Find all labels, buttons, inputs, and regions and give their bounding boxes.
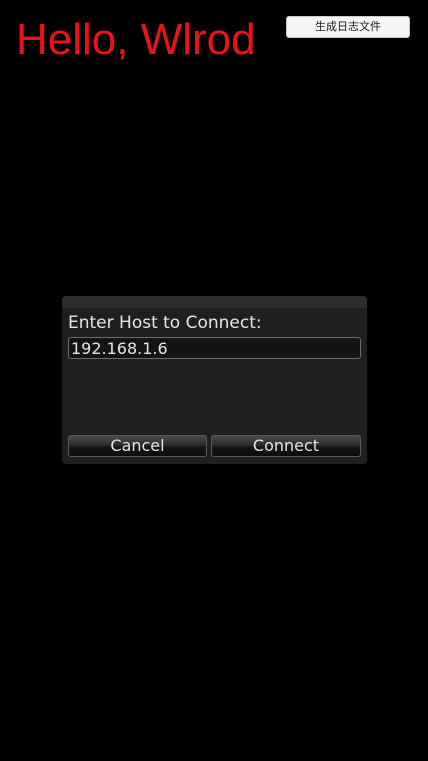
host-input[interactable] [68,337,361,359]
dialog-prompt-label: Enter Host to Connect: [68,313,262,333]
cancel-button[interactable]: Cancel [68,435,207,457]
generate-log-button[interactable]: 生成日志文件 [286,16,410,38]
connect-button[interactable]: Connect [211,435,361,457]
dialog-titlebar [62,296,367,308]
page-title: Hello, Wlrod [16,15,256,64]
connect-dialog: Enter Host to Connect: Cancel Connect [62,296,367,464]
